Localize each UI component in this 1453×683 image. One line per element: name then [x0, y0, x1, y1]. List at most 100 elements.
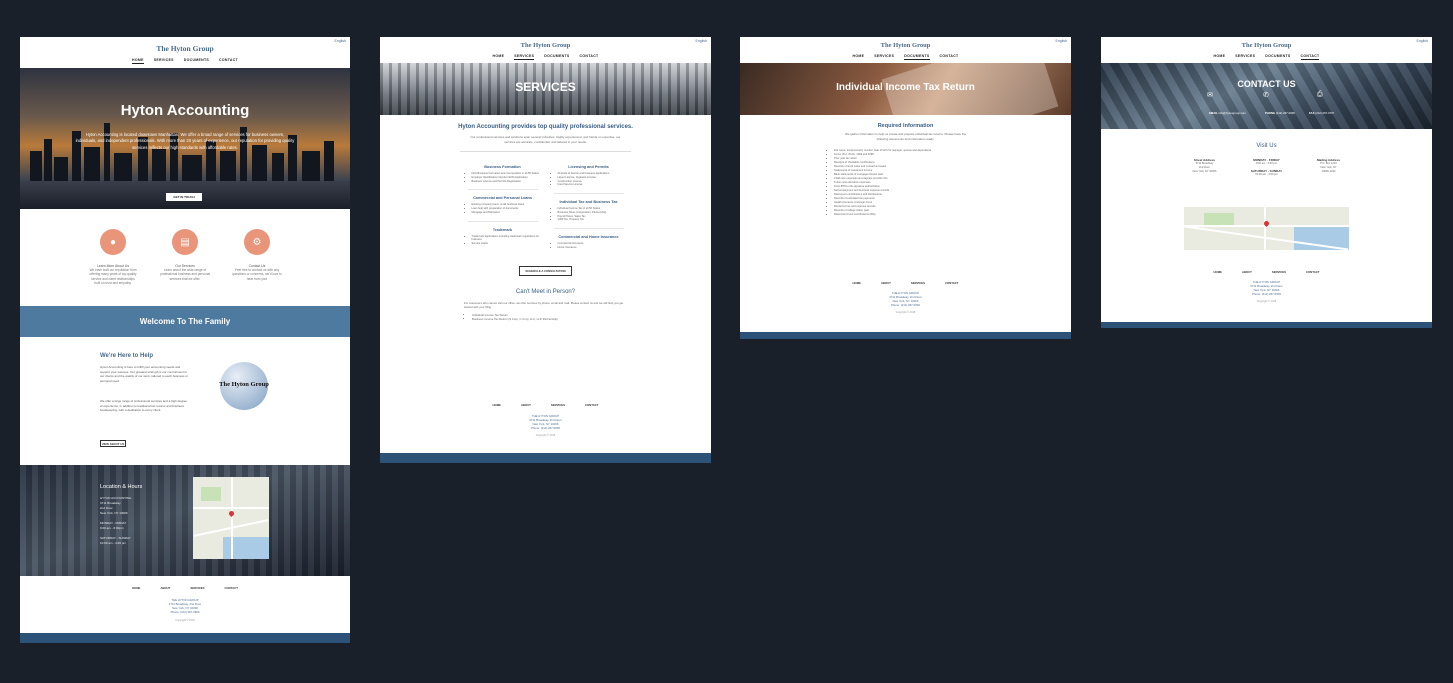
nav-contact[interactable]: CONTACT [940, 54, 959, 60]
view-about-button[interactable]: VIEW ABOUT US [100, 440, 126, 447]
footer-nav-services[interactable]: SERVICES [911, 281, 925, 285]
service-item: Home Insurance [558, 246, 628, 250]
nav-contact[interactable]: CONTACT [1300, 54, 1320, 60]
nav-documents[interactable]: DOCUMENTS [184, 58, 209, 64]
nav-documents[interactable]: DOCUMENTS [544, 54, 569, 60]
footer-nav-services[interactable]: SERVICES [1272, 270, 1286, 274]
phone-icon: ✆ [1263, 92, 1269, 99]
language-selector[interactable]: English [1056, 39, 1067, 43]
person-icon: ● [100, 229, 126, 255]
feature-services[interactable]: ▤ Our Services Learn about the wide rang… [160, 229, 210, 306]
nav-documents[interactable]: DOCUMENTS [1265, 54, 1290, 60]
location-line: SATURDAY - SUNDAY [100, 536, 131, 540]
location-line: 9:00 am - 6:00pm [100, 526, 124, 530]
copyright: Copyright © 2018 [175, 619, 195, 623]
phone-value[interactable]: (212) 267-0606 [1276, 111, 1295, 115]
footer-bar [740, 332, 1071, 339]
location-line: 10:00 am - 4:00 pm [100, 541, 127, 545]
nav-home[interactable]: HOME [1214, 54, 1226, 60]
envelope-icon: ✉ [1207, 92, 1213, 99]
site-brand[interactable]: The Hyton Group [380, 37, 711, 49]
feature-text: Learn about the wide range of profession… [160, 268, 210, 281]
nav-services[interactable]: SERVICES [154, 58, 174, 64]
footer-nav-services[interactable]: SERVICES [190, 586, 204, 590]
site-brand[interactable]: The Hyton Group [740, 37, 1071, 49]
location-map[interactable] [193, 477, 269, 559]
footer-nav: HOME ABOUT SERVICES CONTACT [740, 281, 1071, 285]
get-in-touch-button[interactable]: GET IN TOUCH [166, 193, 202, 201]
schedule-consultation-button[interactable]: SCHEDULE A CONSULTATION [519, 265, 572, 276]
email-value[interactable]: info@hytongroup.com [1218, 111, 1245, 115]
site-footer: HOME ABOUT SERVICES CONTACT THE HYTON GR… [380, 403, 711, 463]
copyright: Copyright © 2018 [535, 434, 556, 438]
visit-column: Street Address 3711 Broadway 2nd Floor N… [1188, 158, 1222, 177]
nav-services[interactable]: SERVICES [514, 54, 535, 60]
service-heading: Commercial and Personal Loans [473, 196, 532, 201]
services-columns: Business Formation New Business Formatio… [380, 159, 711, 250]
location-section: Location & Hours HYTON ACCOUNTING 3711 B… [20, 465, 350, 576]
footer-nav-home[interactable]: HOME [853, 281, 861, 285]
chart-icon: ▤ [172, 229, 198, 255]
help-paragraph: We offer a large range of professional s… [100, 399, 187, 412]
tax-banner: Individual Income Tax Return [740, 63, 1071, 115]
footer-nav: HOME ABOUT SERVICES CONTACT [20, 586, 350, 590]
footer-nav-about[interactable]: ABOUT [881, 281, 891, 285]
services-column: Business Formation New Business Formatio… [464, 159, 542, 250]
service-item: Trademark applications including tradema… [472, 235, 542, 243]
footer-nav-contact[interactable]: CONTACT [1306, 270, 1319, 274]
footer-nav-about[interactable]: ABOUT [160, 586, 170, 590]
language-selector[interactable]: English [696, 39, 707, 43]
footer-nav-home[interactable]: HOME [1214, 270, 1222, 274]
feature-contact[interactable]: ⚙ Contact Us Feel free to contact us wit… [232, 229, 282, 306]
contact-page-preview[interactable]: English The Hyton Group HOME SERVICES DO… [1101, 37, 1432, 328]
main-nav: HOME SERVICES DOCUMENTS CONTACT [1101, 54, 1432, 60]
footer-line: Phone: (212) 267-0606 [531, 426, 560, 431]
site-header: English The Hyton Group HOME SERVICES DO… [380, 37, 711, 63]
footer-bar [1101, 322, 1432, 328]
nav-home[interactable]: HOME [853, 54, 865, 60]
footer-nav-contact[interactable]: CONTACT [224, 586, 237, 590]
tax-page-preview[interactable]: English The Hyton Group HOME SERVICES DO… [740, 37, 1071, 339]
contact-map[interactable] [1184, 207, 1349, 250]
site-brand[interactable]: The Hyton Group [20, 37, 350, 53]
main-nav: HOME SERVICES DOCUMENTS CONTACT [740, 54, 1071, 60]
nav-documents[interactable]: DOCUMENTS [904, 54, 930, 60]
visit-line: 10:00 am - 4:00 pm [1255, 172, 1278, 176]
person-item: Business Income Tax Return (S Corp, C Co… [472, 317, 627, 321]
footer-address: THE HYTON GROUP 3711 Broadway, 2nd Floor… [1101, 280, 1432, 296]
copyright: Copyright © 2018 [895, 311, 916, 315]
footer-nav-home[interactable]: HOME [493, 403, 501, 407]
help-title: We're Here to Help [100, 353, 153, 359]
nav-contact[interactable]: CONTACT [219, 58, 238, 64]
visit-column: Mailing Address P.O. Box 1234 New York, … [1312, 158, 1346, 177]
nav-services[interactable]: SERVICES [1235, 54, 1255, 60]
language-selector[interactable]: English [1417, 39, 1428, 43]
footer-nav-contact[interactable]: CONTACT [945, 281, 958, 285]
service-heading: Commercial and Home Insurance [558, 235, 619, 239]
footer-nav-about[interactable]: ABOUT [1242, 270, 1252, 274]
contact-banner-title: CONTACT US [1237, 79, 1296, 89]
nav-contact[interactable]: CONTACT [580, 54, 599, 60]
feature-about[interactable]: ● Learn More About Us We have built our … [88, 229, 138, 306]
nav-home[interactable]: HOME [132, 58, 144, 64]
footer-nav-about[interactable]: ABOUT [521, 403, 531, 407]
services-page-preview[interactable]: English The Hyton Group HOME SERVICES DO… [380, 37, 711, 463]
nav-home[interactable]: HOME [493, 54, 505, 60]
site-header: English The Hyton Group HOME SERVICES DO… [740, 37, 1071, 63]
required-info-section: Required Information We gather informati… [740, 123, 1071, 217]
language-selector[interactable]: English [335, 39, 346, 43]
service-heading: Trademark [492, 227, 513, 232]
site-footer: HOME ABOUT SERVICES CONTACT THE HYTON GR… [20, 576, 350, 643]
visit-column: MONDAY - FRIDAY 9:00 am - 6:00 pm SATURD… [1250, 158, 1284, 177]
site-brand[interactable]: The Hyton Group [1101, 37, 1432, 49]
footer-nav: HOME ABOUT SERVICES CONTACT [1101, 270, 1432, 274]
contact-banner: CONTACT US ✉ ✆ ⎙ EMAIL info@hytongroup.c… [1101, 63, 1432, 129]
home-page-preview[interactable]: English The Hyton Group HOME SERVICES DO… [20, 37, 350, 643]
nav-services[interactable]: SERVICES [874, 54, 894, 60]
footer-nav-home[interactable]: HOME [132, 586, 140, 590]
service-item: Service marks [472, 242, 542, 246]
footer-nav-services[interactable]: SERVICES [551, 403, 565, 407]
footer-nav-contact[interactable]: CONTACT [585, 403, 598, 407]
map-pin-icon[interactable] [227, 509, 236, 518]
footer-address: THE HYTON GROUP 3711 Broadway, 2nd Floor… [380, 414, 711, 430]
